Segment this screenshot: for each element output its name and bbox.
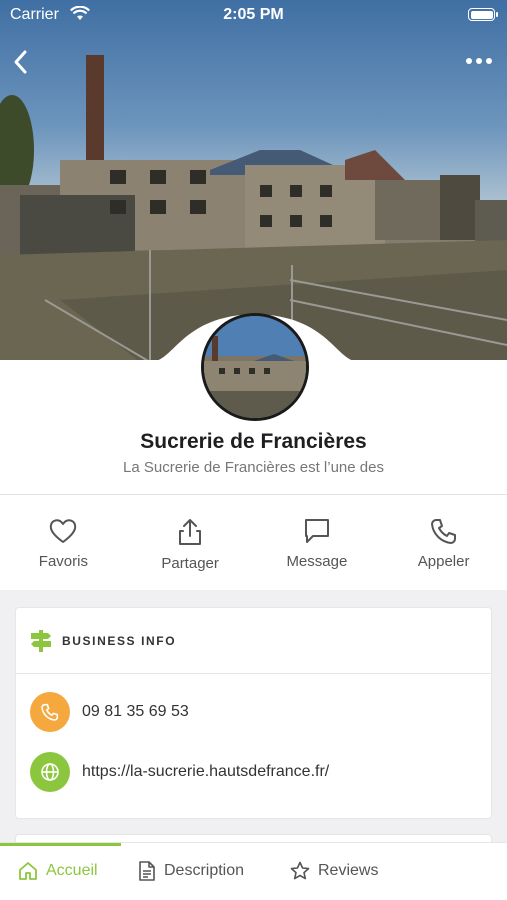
message-button[interactable]: Message (254, 495, 381, 590)
tab-description-label: Description (164, 862, 245, 879)
more-dots-icon (466, 58, 492, 64)
message-label: Message (286, 553, 348, 570)
message-icon (304, 519, 329, 543)
signpost-icon (31, 629, 51, 652)
share-icon (179, 519, 202, 545)
document-icon (139, 861, 155, 881)
action-bar: Favoris Partager Message Appeler (0, 494, 507, 590)
phone-icon (430, 519, 456, 544)
tab-reviews-label: Reviews (318, 862, 379, 879)
place-summary: La Sucrerie de Francières est l’une des (123, 459, 384, 476)
website-link[interactable]: https://la-sucrerie.hautsdefrance.fr/ (82, 763, 329, 781)
business-info-card: BUSINESS INFO 09 81 35 69 53 https://la-… (15, 607, 492, 819)
favorite-button[interactable]: Favoris (0, 495, 127, 590)
call-button[interactable]: Appeler (380, 495, 507, 590)
more-options-button[interactable] (465, 54, 493, 68)
phone-row[interactable]: 09 81 35 69 53 (16, 682, 491, 742)
back-button[interactable] (10, 48, 34, 76)
heart-icon (50, 519, 77, 543)
star-icon (290, 861, 310, 880)
place-avatar (201, 313, 309, 421)
phone-number: 09 81 35 69 53 (82, 703, 189, 720)
home-icon (19, 862, 37, 880)
chevron-left-icon (14, 50, 27, 74)
share-button[interactable]: Partager (127, 495, 254, 590)
phone-circle-icon (30, 692, 70, 732)
place-title: Sucrerie de Francières (140, 430, 367, 453)
tab-accueil-label: Accueil (46, 862, 98, 879)
tab-reviews[interactable]: Reviews (290, 861, 378, 881)
active-tab-indicator (0, 843, 121, 846)
status-bar: Carrier 2:05 PM (0, 0, 507, 32)
share-label: Partager (161, 555, 219, 572)
favorite-label: Favoris (38, 553, 88, 570)
business-info-title: BUSINESS INFO (62, 633, 177, 648)
tab-description[interactable]: Description (138, 861, 244, 881)
website-row[interactable]: https://la-sucrerie.hautsdefrance.fr/ (16, 742, 491, 802)
bottom-tab-bar: Accueil Description Reviews (0, 842, 507, 900)
status-time: 2:05 PM (223, 6, 284, 23)
globe-icon (30, 752, 70, 792)
business-info-header: BUSINESS INFO (16, 608, 491, 674)
tab-accueil[interactable]: Accueil (18, 861, 98, 881)
call-label: Appeler (417, 553, 470, 570)
battery-icon (468, 8, 498, 21)
